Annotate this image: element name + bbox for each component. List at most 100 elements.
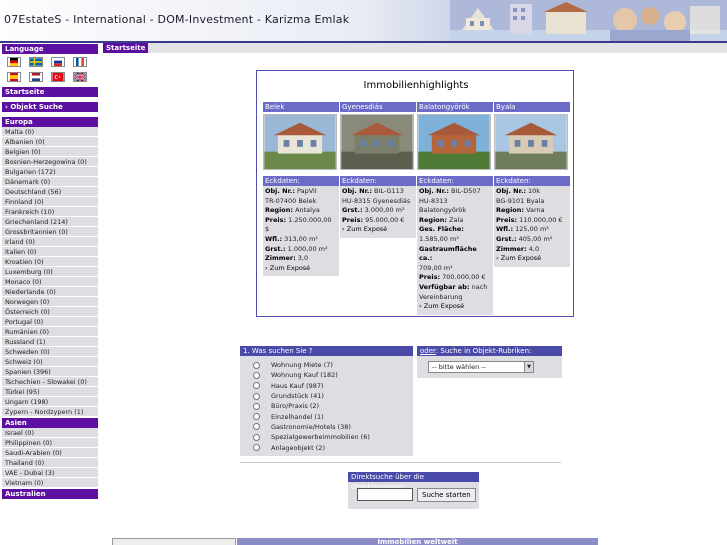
sidebar-country-item[interactable]: Österreich (0): [2, 307, 98, 317]
sidebar-country-item[interactable]: Tschechien - Slowakei (0): [2, 377, 98, 387]
category-option[interactable]: Haus Kauf (987): [240, 381, 413, 391]
sidebar-country-item[interactable]: Spanien (396): [2, 367, 98, 377]
category-option[interactable]: Anlageobjekt (2): [240, 442, 413, 452]
category-option[interactable]: Spezialgewerbeimmobilien (6): [240, 432, 413, 442]
expose-link[interactable]: › Zum Exposé: [419, 302, 491, 312]
sidebar-country-item[interactable]: Thailand (0): [2, 458, 98, 468]
card-detail-line: Wfl.: 313,00 m²: [265, 234, 318, 243]
search-category-panel: 1. Was suchen Sie ? Wohnung Miete (7) Woh…: [240, 346, 413, 456]
sidebar-country-item[interactable]: Italien (0): [2, 247, 98, 257]
sidebar-country-item[interactable]: Bulgarien (172): [2, 167, 98, 177]
flag-nl-icon[interactable]: [29, 72, 43, 82]
search-start-button[interactable]: Suche starten: [417, 488, 476, 502]
category-label: Anlageobjekt (2): [271, 443, 325, 452]
sidebar-country-item[interactable]: Schweden (0): [2, 347, 98, 357]
flag-se-icon[interactable]: [29, 57, 43, 67]
flag-de-icon[interactable]: [7, 57, 21, 67]
sidebar-country-item[interactable]: Portugal (0): [2, 317, 98, 327]
property-card: Balatongyörök Eckdaten: Obj. Nr.: BIL-D507…: [417, 102, 493, 315]
sidebar-country-item[interactable]: Frankreich (10): [2, 207, 98, 217]
sidebar-country-item[interactable]: Saudi-Arabien (0): [2, 448, 98, 458]
search-category-heading: 1. Was suchen Sie ?: [240, 346, 413, 356]
category-option[interactable]: Wohnung Miete (7): [240, 360, 413, 370]
card-eckdaten-heading: Eckdaten:: [263, 176, 339, 186]
card-location[interactable]: Balatongyörök: [417, 102, 493, 112]
object-number-input[interactable]: [357, 488, 413, 501]
expose-link[interactable]: › Zum Exposé: [496, 254, 568, 264]
property-photo[interactable]: [417, 114, 491, 170]
sidebar-country-item[interactable]: Schweiz (0): [2, 357, 98, 367]
radio-button[interactable]: [253, 413, 260, 421]
sidebar-country-item[interactable]: Vietnam (0): [2, 478, 98, 488]
radio-button[interactable]: [253, 402, 260, 410]
category-option[interactable]: Gastronomie/Hotels (38): [240, 422, 413, 432]
arrow-right-icon: ›: [419, 302, 422, 311]
sidebar-country-item[interactable]: Zypern - Nordzypern (1): [2, 407, 98, 417]
property-card: Belek Eckdaten: Obj. Nr.: PapVil TR-07400 B…: [263, 102, 339, 277]
card-detail-line: HU-8315 Gyenesdiás: [342, 196, 411, 205]
category-option[interactable]: Wohnung Kauf (182): [240, 370, 413, 380]
flag-fr-icon[interactable]: [73, 57, 87, 67]
radio-button[interactable]: [253, 371, 260, 379]
radio-button[interactable]: [253, 433, 260, 441]
oder-link[interactable]: oder: [420, 347, 436, 355]
property-photo[interactable]: [494, 114, 568, 170]
sidebar-link-startseite[interactable]: Startseite: [2, 87, 98, 97]
flag-es-icon[interactable]: [7, 72, 21, 82]
card-detail-line: 1.585,00 m²: [419, 234, 459, 243]
card-detail-line: Grst.: 1.000,00 m²: [265, 244, 328, 253]
category-option[interactable]: Büro/Praxis (2): [240, 401, 413, 411]
expose-link[interactable]: › Zum Exposé: [342, 225, 414, 235]
sidebar-link-objekt-suche[interactable]: › Objekt Suche: [2, 102, 98, 112]
sidebar-country-item[interactable]: Ungarn (198): [2, 397, 98, 407]
radio-button[interactable]: [253, 444, 260, 452]
sidebar-country-item[interactable]: Rumänien (0): [2, 327, 98, 337]
sidebar-country-item[interactable]: Niederlande (0): [2, 287, 98, 297]
direct-search-heading: Direktsuche über die Objektnummer:: [348, 472, 479, 491]
region-heading-asien[interactable]: Asien: [2, 418, 98, 428]
property-photo[interactable]: [263, 114, 337, 170]
sidebar-country-item[interactable]: Irland (0): [2, 237, 98, 247]
radio-button[interactable]: [253, 361, 260, 369]
property-photo[interactable]: [340, 114, 414, 170]
sidebar-country-item[interactable]: Albanien (0): [2, 137, 98, 147]
sidebar-country-item[interactable]: Griechenland (214): [2, 217, 98, 227]
sidebar-country-item[interactable]: Malta (0): [2, 127, 98, 137]
sidebar-country-item[interactable]: Russland (1): [2, 337, 98, 347]
region-heading-australien[interactable]: Australien: [2, 489, 98, 499]
flag-uk-icon[interactable]: [73, 72, 87, 82]
card-location[interactable]: Belek: [263, 102, 339, 112]
expose-link[interactable]: › Zum Exposé: [265, 264, 337, 274]
flag-tr-icon[interactable]: [51, 72, 65, 82]
card-detail-line: Region: Varna: [496, 206, 545, 215]
radio-button[interactable]: [253, 392, 260, 400]
sidebar-country-item[interactable]: Belgien (0): [2, 147, 98, 157]
card-location[interactable]: Byala: [494, 102, 570, 112]
card-location[interactable]: Gyenesdiás: [340, 102, 416, 112]
sidebar-country-item[interactable]: Dänemark (0): [2, 177, 98, 187]
flag-ru-icon[interactable]: [51, 57, 65, 67]
category-option[interactable]: Grundstück (41): [240, 391, 413, 401]
category-option[interactable]: Einzelhandel (1): [240, 411, 413, 421]
chevron-down-icon[interactable]: ▼: [524, 362, 533, 372]
sidebar-country-item[interactable]: Grossbritannien (0): [2, 227, 98, 237]
sidebar-country-item[interactable]: Bosnien-Herzegowina (0): [2, 157, 98, 167]
sidebar-country-item[interactable]: Kroatien (0): [2, 257, 98, 267]
sidebar-country-item[interactable]: Israel (0): [2, 428, 98, 438]
sidebar-country-item[interactable]: Türkei (95): [2, 387, 98, 397]
sidebar-country-item[interactable]: VAE - Dubai (3): [2, 468, 98, 478]
sidebar-country-item[interactable]: Norwegen (0): [2, 297, 98, 307]
card-detail-line: Vereinbarung: [419, 292, 463, 301]
sidebar-country-item[interactable]: Philippinen (0): [2, 438, 98, 448]
asien-country-list: Israel (0) Philippinen (0) Saudi-Arabien (…: [2, 428, 98, 488]
sidebar-country-item[interactable]: Deutschland (56): [2, 187, 98, 197]
radio-button[interactable]: [253, 423, 260, 431]
sidebar-country-item[interactable]: Luxemburg (0): [2, 267, 98, 277]
sidebar-country-item[interactable]: Finnland (0): [2, 197, 98, 207]
property-card: Byala Eckdaten: Obj. Nr.: 10k BG-9101 Byala…: [494, 102, 570, 267]
radio-button[interactable]: [253, 382, 260, 390]
sidebar-country-item[interactable]: Monaco (0): [2, 277, 98, 287]
rubric-select[interactable]: -- bitte wählen -- ▼: [428, 361, 534, 373]
breadcrumb[interactable]: Startseite: [103, 43, 149, 53]
region-heading-europa[interactable]: Europa: [2, 117, 98, 127]
